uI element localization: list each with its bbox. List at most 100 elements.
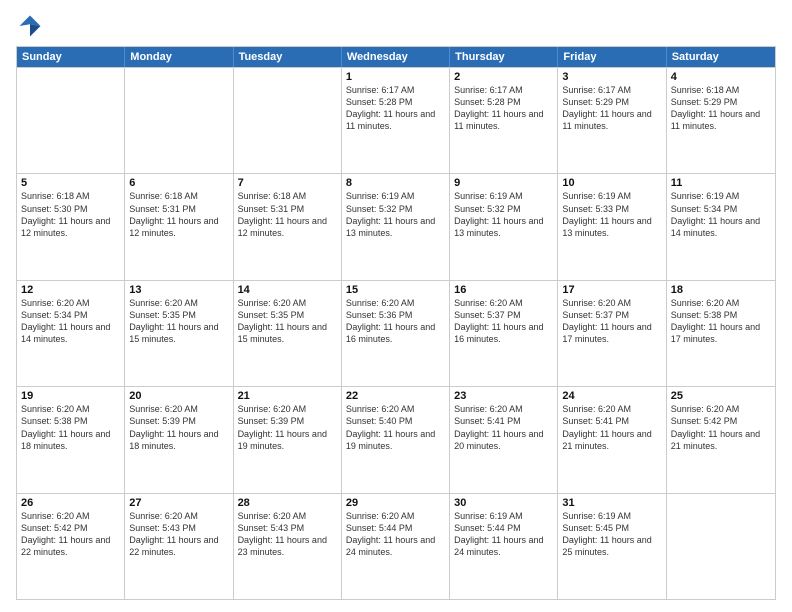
page: SundayMondayTuesdayWednesdayThursdayFrid… xyxy=(0,0,792,612)
day-number: 23 xyxy=(454,390,553,402)
day-info: Sunrise: 6:19 AM Sunset: 5:32 PM Dayligh… xyxy=(454,190,553,239)
day-info: Sunrise: 6:20 AM Sunset: 5:43 PM Dayligh… xyxy=(129,510,228,559)
calendar-cell: 11Sunrise: 6:19 AM Sunset: 5:34 PM Dayli… xyxy=(667,174,775,279)
day-info: Sunrise: 6:20 AM Sunset: 5:38 PM Dayligh… xyxy=(21,403,120,452)
day-number: 20 xyxy=(129,390,228,402)
calendar-cell: 6Sunrise: 6:18 AM Sunset: 5:31 PM Daylig… xyxy=(125,174,233,279)
day-info: Sunrise: 6:19 AM Sunset: 5:32 PM Dayligh… xyxy=(346,190,445,239)
day-number: 13 xyxy=(129,284,228,296)
calendar-cell: 7Sunrise: 6:18 AM Sunset: 5:31 PM Daylig… xyxy=(234,174,342,279)
day-info: Sunrise: 6:20 AM Sunset: 5:43 PM Dayligh… xyxy=(238,510,337,559)
calendar-cell: 23Sunrise: 6:20 AM Sunset: 5:41 PM Dayli… xyxy=(450,387,558,492)
day-info: Sunrise: 6:18 AM Sunset: 5:29 PM Dayligh… xyxy=(671,84,771,133)
calendar-header-cell: Friday xyxy=(558,47,666,67)
day-number: 22 xyxy=(346,390,445,402)
day-info: Sunrise: 6:20 AM Sunset: 5:39 PM Dayligh… xyxy=(238,403,337,452)
calendar-week: 1Sunrise: 6:17 AM Sunset: 5:28 PM Daylig… xyxy=(17,67,775,173)
day-info: Sunrise: 6:17 AM Sunset: 5:29 PM Dayligh… xyxy=(562,84,661,133)
day-info: Sunrise: 6:17 AM Sunset: 5:28 PM Dayligh… xyxy=(346,84,445,133)
day-info: Sunrise: 6:19 AM Sunset: 5:34 PM Dayligh… xyxy=(671,190,771,239)
calendar-cell: 8Sunrise: 6:19 AM Sunset: 5:32 PM Daylig… xyxy=(342,174,450,279)
logo-icon xyxy=(16,12,44,40)
calendar-cell: 14Sunrise: 6:20 AM Sunset: 5:35 PM Dayli… xyxy=(234,281,342,386)
calendar-header-cell: Wednesday xyxy=(342,47,450,67)
day-number: 29 xyxy=(346,497,445,509)
day-number: 15 xyxy=(346,284,445,296)
day-info: Sunrise: 6:20 AM Sunset: 5:35 PM Dayligh… xyxy=(129,297,228,346)
calendar-cell: 16Sunrise: 6:20 AM Sunset: 5:37 PM Dayli… xyxy=(450,281,558,386)
day-info: Sunrise: 6:17 AM Sunset: 5:28 PM Dayligh… xyxy=(454,84,553,133)
day-info: Sunrise: 6:18 AM Sunset: 5:31 PM Dayligh… xyxy=(129,190,228,239)
day-number: 3 xyxy=(562,71,661,83)
calendar-cell: 3Sunrise: 6:17 AM Sunset: 5:29 PM Daylig… xyxy=(558,68,666,173)
day-info: Sunrise: 6:19 AM Sunset: 5:44 PM Dayligh… xyxy=(454,510,553,559)
calendar-header-cell: Saturday xyxy=(667,47,775,67)
calendar: SundayMondayTuesdayWednesdayThursdayFrid… xyxy=(16,46,776,600)
calendar-cell: 15Sunrise: 6:20 AM Sunset: 5:36 PM Dayli… xyxy=(342,281,450,386)
day-info: Sunrise: 6:20 AM Sunset: 5:44 PM Dayligh… xyxy=(346,510,445,559)
day-info: Sunrise: 6:20 AM Sunset: 5:41 PM Dayligh… xyxy=(454,403,553,452)
calendar-week: 12Sunrise: 6:20 AM Sunset: 5:34 PM Dayli… xyxy=(17,280,775,386)
calendar-cell: 26Sunrise: 6:20 AM Sunset: 5:42 PM Dayli… xyxy=(17,494,125,599)
day-number: 6 xyxy=(129,177,228,189)
day-info: Sunrise: 6:18 AM Sunset: 5:31 PM Dayligh… xyxy=(238,190,337,239)
calendar-cell-empty xyxy=(125,68,233,173)
day-info: Sunrise: 6:20 AM Sunset: 5:37 PM Dayligh… xyxy=(454,297,553,346)
day-info: Sunrise: 6:20 AM Sunset: 5:41 PM Dayligh… xyxy=(562,403,661,452)
calendar-cell: 22Sunrise: 6:20 AM Sunset: 5:40 PM Dayli… xyxy=(342,387,450,492)
day-info: Sunrise: 6:20 AM Sunset: 5:39 PM Dayligh… xyxy=(129,403,228,452)
calendar-cell: 12Sunrise: 6:20 AM Sunset: 5:34 PM Dayli… xyxy=(17,281,125,386)
calendar-cell: 24Sunrise: 6:20 AM Sunset: 5:41 PM Dayli… xyxy=(558,387,666,492)
day-number: 30 xyxy=(454,497,553,509)
day-info: Sunrise: 6:19 AM Sunset: 5:33 PM Dayligh… xyxy=(562,190,661,239)
calendar-cell-empty xyxy=(17,68,125,173)
day-info: Sunrise: 6:20 AM Sunset: 5:36 PM Dayligh… xyxy=(346,297,445,346)
calendar-body: 1Sunrise: 6:17 AM Sunset: 5:28 PM Daylig… xyxy=(17,67,775,599)
calendar-cell: 29Sunrise: 6:20 AM Sunset: 5:44 PM Dayli… xyxy=(342,494,450,599)
calendar-week: 26Sunrise: 6:20 AM Sunset: 5:42 PM Dayli… xyxy=(17,493,775,599)
calendar-cell: 21Sunrise: 6:20 AM Sunset: 5:39 PM Dayli… xyxy=(234,387,342,492)
day-number: 4 xyxy=(671,71,771,83)
day-info: Sunrise: 6:20 AM Sunset: 5:38 PM Dayligh… xyxy=(671,297,771,346)
day-number: 8 xyxy=(346,177,445,189)
day-number: 1 xyxy=(346,71,445,83)
calendar-cell: 27Sunrise: 6:20 AM Sunset: 5:43 PM Dayli… xyxy=(125,494,233,599)
calendar-cell: 10Sunrise: 6:19 AM Sunset: 5:33 PM Dayli… xyxy=(558,174,666,279)
day-number: 14 xyxy=(238,284,337,296)
calendar-cell-empty xyxy=(234,68,342,173)
day-info: Sunrise: 6:18 AM Sunset: 5:30 PM Dayligh… xyxy=(21,190,120,239)
calendar-cell: 5Sunrise: 6:18 AM Sunset: 5:30 PM Daylig… xyxy=(17,174,125,279)
calendar-header-cell: Thursday xyxy=(450,47,558,67)
calendar-week: 5Sunrise: 6:18 AM Sunset: 5:30 PM Daylig… xyxy=(17,173,775,279)
calendar-cell: 25Sunrise: 6:20 AM Sunset: 5:42 PM Dayli… xyxy=(667,387,775,492)
calendar-cell: 9Sunrise: 6:19 AM Sunset: 5:32 PM Daylig… xyxy=(450,174,558,279)
day-info: Sunrise: 6:20 AM Sunset: 5:40 PM Dayligh… xyxy=(346,403,445,452)
calendar-cell: 17Sunrise: 6:20 AM Sunset: 5:37 PM Dayli… xyxy=(558,281,666,386)
day-number: 7 xyxy=(238,177,337,189)
calendar-cell: 2Sunrise: 6:17 AM Sunset: 5:28 PM Daylig… xyxy=(450,68,558,173)
calendar-cell: 20Sunrise: 6:20 AM Sunset: 5:39 PM Dayli… xyxy=(125,387,233,492)
day-number: 19 xyxy=(21,390,120,402)
calendar-cell: 13Sunrise: 6:20 AM Sunset: 5:35 PM Dayli… xyxy=(125,281,233,386)
calendar-cell: 30Sunrise: 6:19 AM Sunset: 5:44 PM Dayli… xyxy=(450,494,558,599)
day-number: 5 xyxy=(21,177,120,189)
day-number: 28 xyxy=(238,497,337,509)
day-info: Sunrise: 6:19 AM Sunset: 5:45 PM Dayligh… xyxy=(562,510,661,559)
day-number: 11 xyxy=(671,177,771,189)
day-number: 9 xyxy=(454,177,553,189)
calendar-header-row: SundayMondayTuesdayWednesdayThursdayFrid… xyxy=(17,47,775,67)
day-info: Sunrise: 6:20 AM Sunset: 5:42 PM Dayligh… xyxy=(21,510,120,559)
calendar-cell: 4Sunrise: 6:18 AM Sunset: 5:29 PM Daylig… xyxy=(667,68,775,173)
day-number: 26 xyxy=(21,497,120,509)
day-number: 31 xyxy=(562,497,661,509)
day-number: 25 xyxy=(671,390,771,402)
day-number: 12 xyxy=(21,284,120,296)
day-number: 17 xyxy=(562,284,661,296)
day-info: Sunrise: 6:20 AM Sunset: 5:35 PM Dayligh… xyxy=(238,297,337,346)
day-info: Sunrise: 6:20 AM Sunset: 5:42 PM Dayligh… xyxy=(671,403,771,452)
day-number: 18 xyxy=(671,284,771,296)
calendar-header-cell: Sunday xyxy=(17,47,125,67)
calendar-cell: 18Sunrise: 6:20 AM Sunset: 5:38 PM Dayli… xyxy=(667,281,775,386)
calendar-header-cell: Monday xyxy=(125,47,233,67)
day-info: Sunrise: 6:20 AM Sunset: 5:37 PM Dayligh… xyxy=(562,297,661,346)
